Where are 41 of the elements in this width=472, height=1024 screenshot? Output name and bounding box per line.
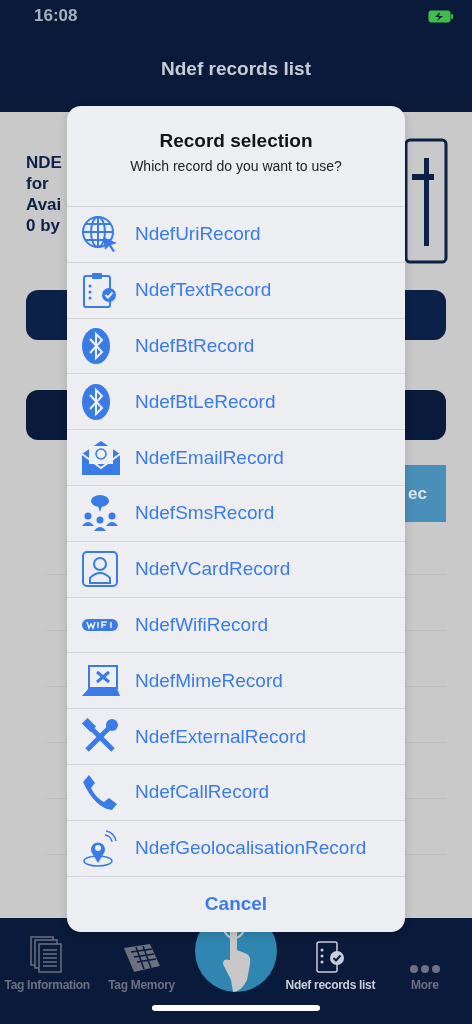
phone-icon bbox=[81, 773, 119, 812]
record-option[interactable]: NdefBtRecord bbox=[67, 318, 405, 375]
laptop-icon bbox=[81, 663, 121, 698]
record-option[interactable]: NdefEmailRecord bbox=[67, 430, 405, 486]
location-pin-icon bbox=[81, 829, 119, 868]
globe-icon bbox=[81, 215, 119, 254]
people-icon bbox=[81, 494, 119, 533]
envelope-icon bbox=[81, 439, 121, 476]
more-icon bbox=[409, 964, 440, 974]
documents-icon bbox=[30, 936, 65, 974]
record-option[interactable]: NdefExternalRecord bbox=[67, 709, 405, 765]
tag-info-text: for bbox=[26, 173, 49, 194]
record-option[interactable]: NdefVCardRecord bbox=[67, 541, 405, 598]
record-option[interactable]: NdefGeolocalisationRecord bbox=[67, 820, 405, 877]
bluetooth-icon bbox=[81, 327, 111, 365]
record-option[interactable]: NdefTextRecord bbox=[67, 262, 405, 319]
tab-label: Tag Information bbox=[4, 978, 90, 992]
chip-icon bbox=[121, 944, 162, 974]
record-option[interactable]: NdefBtLeRecord bbox=[67, 374, 405, 431]
checklist-icon bbox=[315, 940, 346, 974]
tag-info-text: NDE bbox=[26, 152, 62, 173]
contact-card-icon bbox=[81, 550, 119, 589]
tag-info-text: Avai bbox=[26, 194, 62, 215]
status-time: 16:08 bbox=[34, 6, 78, 26]
clipboard-icon bbox=[81, 271, 119, 310]
dialog-title: Record selection bbox=[158, 130, 314, 152]
record-option[interactable]: NdefSmsRecord bbox=[67, 486, 405, 542]
bluetooth-icon bbox=[81, 382, 111, 421]
tab-label: Ndef records list bbox=[285, 978, 376, 992]
wifi-badge-icon bbox=[81, 616, 121, 633]
record-option[interactable]: NdefMimeRecord bbox=[67, 653, 405, 710]
dialog-message: Which record do you want to use? bbox=[129, 158, 343, 174]
record-option[interactable]: NdefCallRecord bbox=[67, 764, 405, 821]
plus-icon[interactable] bbox=[404, 138, 448, 264]
record-option[interactable]: NdefUriRecord bbox=[67, 207, 405, 263]
tab-label: More bbox=[411, 978, 439, 992]
screen-title: Ndef records list bbox=[160, 58, 312, 80]
record-option[interactable]: NdefWifiRecord bbox=[67, 597, 405, 654]
tag-info-text: 0 by bbox=[26, 215, 61, 236]
tab-label: Tag Memory bbox=[108, 978, 175, 992]
battery-icon bbox=[428, 9, 454, 23]
